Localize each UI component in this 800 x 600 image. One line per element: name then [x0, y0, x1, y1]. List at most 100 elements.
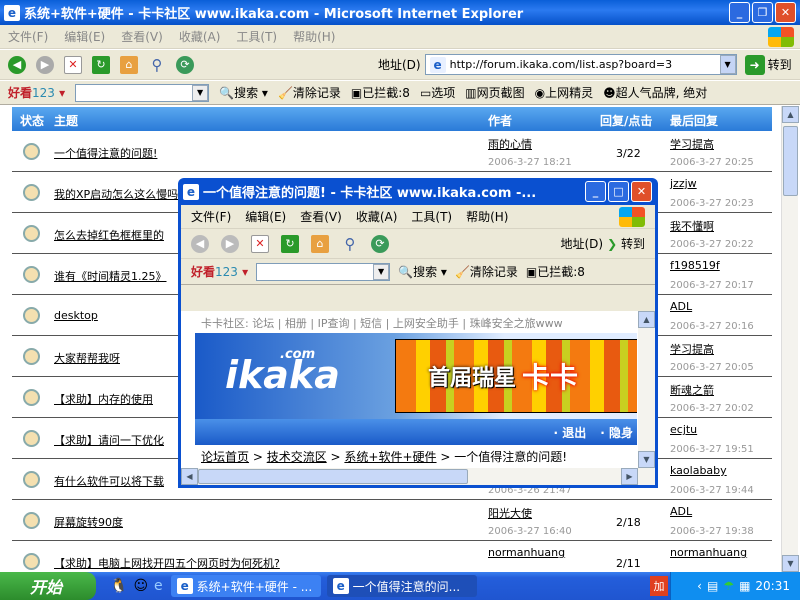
combo-dropdown[interactable]: ▼ [192, 84, 209, 101]
options-button[interactable]: ▭选项 [420, 84, 455, 101]
popup-menu-favorites[interactable]: 收藏(A) [356, 208, 398, 225]
breadcrumb-board[interactable]: 系统+软件+硬件 [344, 450, 436, 464]
forward-icon[interactable]: ▶ [221, 234, 239, 253]
menu-favorites[interactable]: 收藏(A) [179, 28, 221, 45]
author-link[interactable]: 阳光大使 [488, 505, 532, 521]
search-icon[interactable]: ⚲ [341, 235, 359, 253]
clear-history-button[interactable]: 🧹清除记录 [278, 84, 341, 101]
popup-clear-button[interactable]: 🧹清除记录 [455, 263, 518, 280]
popup-maximize-button[interactable]: □ [608, 181, 629, 202]
qq-icon[interactable]: 🐧 [110, 578, 127, 594]
breadcrumb-tech[interactable]: 技术交流区 [267, 450, 327, 464]
addon-search-input[interactable]: ▼ [75, 83, 210, 102]
address-dropdown[interactable]: ▼ [719, 55, 736, 74]
topic-link[interactable]: 【求助】请问一下优化 [54, 432, 164, 448]
menu-tools[interactable]: 工具(T) [236, 28, 277, 45]
menu-file[interactable]: 文件(F) [8, 28, 48, 45]
haokan-brand[interactable]: 好看123 ▾ [8, 84, 65, 101]
ikaka-logo[interactable]: .com ikaka [225, 347, 340, 397]
last-reply-user[interactable]: ADL [670, 505, 692, 518]
scroll-up-button[interactable]: ▲ [638, 311, 655, 328]
popup-menu-help[interactable]: 帮助(H) [466, 208, 508, 225]
last-reply-user[interactable]: 学习提高 [670, 341, 714, 357]
popup-go-button[interactable]: ❯ 转到 [607, 235, 645, 252]
vertical-scrollbar[interactable]: ▲ ▼ [781, 106, 799, 572]
menu-view[interactable]: 查看(V) [121, 28, 163, 45]
hscroll-thumb[interactable] [198, 469, 468, 484]
ad-banner[interactable]: 首届瑞星 卡卡 [395, 339, 637, 413]
spirit-button[interactable]: ◉上网精灵 [535, 84, 594, 101]
back-icon[interactable]: ◀ [191, 234, 209, 253]
popup-horizontal-scrollbar[interactable]: ◀ ▶ [181, 468, 655, 485]
minimize-button[interactable]: _ [729, 2, 750, 23]
stop-icon[interactable]: ✕ [64, 55, 82, 74]
clock[interactable]: 20:31 [755, 579, 790, 593]
scroll-up-button[interactable]: ▲ [782, 106, 799, 123]
logout-link[interactable]: · 退出 [554, 424, 587, 441]
last-reply-user[interactable]: normanhuang [670, 546, 747, 559]
restore-button[interactable]: ❐ [752, 2, 773, 23]
author-link[interactable]: normanhuang [488, 546, 565, 559]
topic-link[interactable]: 我的XP启动怎么这么慢吗 [54, 186, 178, 202]
address-input[interactable]: e http://forum.ikaka.com/list.asp?board=3… [424, 54, 737, 75]
refresh-icon[interactable]: ↻ [92, 55, 110, 74]
last-reply-user[interactable]: ecjtu [670, 423, 697, 436]
author-link[interactable]: 雨的心情 [488, 136, 532, 152]
history-icon[interactable]: ⟳ [176, 55, 194, 74]
stop-icon[interactable]: ✕ [251, 234, 269, 253]
ie-quick-icon[interactable]: e [154, 578, 163, 594]
popup-menu-edit[interactable]: 编辑(E) [245, 208, 286, 225]
popup-menu-view[interactable]: 查看(V) [300, 208, 342, 225]
taskbar-task-popup[interactable]: e 一个值得注意的问... [326, 575, 477, 597]
haokan-brand[interactable]: 好看123 ▾ [191, 263, 248, 280]
topic-link[interactable]: 【求助】内存的使用 [54, 391, 153, 407]
media-icon[interactable]: ☺ [133, 578, 148, 594]
popup-menu-tools[interactable]: 工具(T) [411, 208, 452, 225]
tray-badge[interactable]: 加 [650, 576, 668, 596]
topic-link[interactable]: desktop [54, 309, 98, 322]
menu-edit[interactable]: 编辑(E) [64, 28, 105, 45]
back-icon[interactable]: ◀ [8, 55, 26, 74]
main-title-bar[interactable]: e 系统+软件+硬件 - 卡卡社区 www.ikaka.com - Micros… [0, 0, 800, 25]
history-icon[interactable]: ⟳ [371, 234, 389, 253]
scroll-right-button[interactable]: ▶ [621, 468, 638, 485]
topic-link[interactable]: 怎么去掉红色框框里的 [54, 227, 164, 243]
popup-vertical-scrollbar[interactable]: ▲ ▼ [638, 311, 655, 468]
last-reply-user[interactable]: ADL [670, 300, 692, 313]
scroll-left-button[interactable]: ◀ [181, 468, 198, 485]
home-icon[interactable]: ⌂ [311, 234, 329, 253]
popup-blocked-button[interactable]: ▣已拦截:8 [351, 84, 410, 101]
forward-icon[interactable]: ▶ [36, 55, 54, 74]
topic-link[interactable]: 屏幕旋转90度 [54, 514, 123, 530]
site-nav[interactable]: 卡卡社区: 论坛 | 相册 | IP查询 | 短信 | 上网安全助手 | 珠峰安… [201, 315, 631, 331]
popup-minimize-button[interactable]: _ [585, 181, 606, 202]
last-reply-user[interactable]: 学习提高 [670, 136, 714, 152]
breadcrumb-home[interactable]: 论坛首页 [201, 450, 249, 464]
go-button[interactable]: ➜ 转到 [744, 54, 792, 75]
input-icon[interactable]: ▦ [739, 579, 750, 593]
combo-dropdown[interactable]: ▼ [373, 263, 390, 280]
scroll-down-button[interactable]: ▼ [782, 555, 799, 572]
topic-link[interactable]: 【求助】电脑上网找开四五个网页时为何死机? [54, 555, 280, 571]
home-icon[interactable]: ⌂ [120, 55, 138, 74]
last-reply-user[interactable]: kaolababy [670, 464, 727, 477]
addon-search-button[interactable]: 🔍搜索 ▾ [219, 84, 268, 101]
last-reply-user[interactable]: f198519f [670, 259, 720, 272]
popup-search-button[interactable]: 🔍搜索 ▾ [398, 263, 447, 280]
last-reply-user[interactable]: jzzjw [670, 177, 697, 190]
popup-close-button[interactable]: ✕ [631, 181, 652, 202]
menu-help[interactable]: 帮助(H) [293, 28, 335, 45]
taskbar-task-forum[interactable]: e 系统+软件+硬件 - ... [170, 575, 321, 597]
popup-addon-search-input[interactable]: ▼ [256, 262, 391, 281]
topic-link[interactable]: 大家帮帮我呀 [54, 350, 120, 366]
popup-menu-file[interactable]: 文件(F) [191, 208, 231, 225]
topic-link[interactable]: 有什么软件可以将下载 [54, 473, 164, 489]
promo-link[interactable]: ☻超人气品牌, 绝对 [603, 84, 707, 101]
popup-blocked-button[interactable]: ▣已拦截:8 [526, 263, 585, 280]
invisible-link[interactable]: · 隐身 [600, 424, 633, 441]
umbrella-icon[interactable]: ☂ [723, 579, 734, 593]
start-button[interactable]: 开始 [0, 572, 96, 600]
search-icon[interactable]: ⚲ [148, 56, 166, 74]
tray-expand-icon[interactable]: ‹ [697, 579, 702, 593]
last-reply-user[interactable]: 断魂之箭 [670, 382, 714, 398]
